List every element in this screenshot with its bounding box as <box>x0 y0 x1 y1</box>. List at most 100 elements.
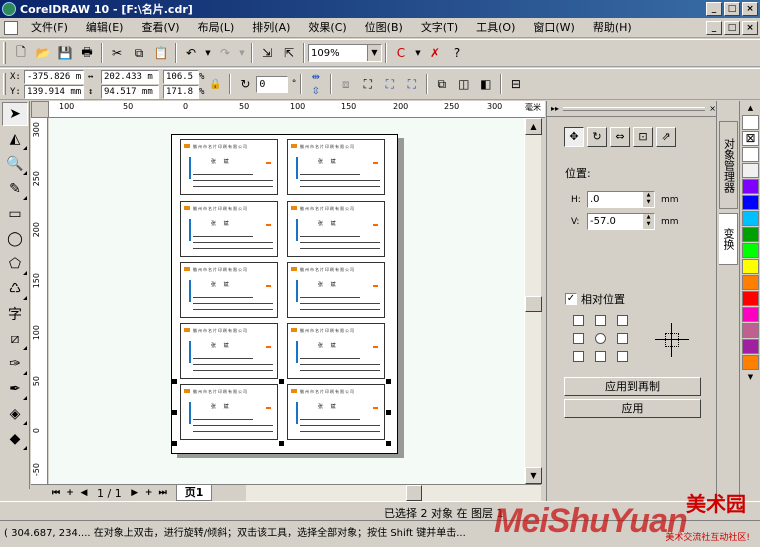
color-swatch[interactable] <box>742 163 759 178</box>
doc-restore-button[interactable]: □ <box>724 21 740 35</box>
scale-y-field[interactable]: 171.8 <box>163 84 199 99</box>
vertical-scrollbar[interactable]: ▲ ▼ <box>524 118 542 484</box>
business-card[interactable]: 徽州市名片印刷有限公司张 斌 <box>180 262 278 318</box>
page-tab[interactable]: 页1 <box>175 485 213 501</box>
anchor-checkbox[interactable] <box>617 315 628 326</box>
ruler-origin[interactable] <box>31 101 49 118</box>
spin-arrows-icon[interactable]: ▲ ▼ <box>643 214 654 229</box>
add-page-before-icon[interactable]: + <box>63 486 77 500</box>
menu-file[interactable]: 文件(F) <box>22 19 77 37</box>
undo-icon[interactable]: ↶ <box>181 43 201 63</box>
color-swatch[interactable] <box>742 243 759 258</box>
mirror-horizontal-icon[interactable]: ⇹ <box>306 70 326 84</box>
scroll-down-icon[interactable]: ▼ <box>525 467 542 484</box>
copy-icon[interactable]: ⧉ <box>129 43 149 63</box>
eyedropper-tool-icon[interactable]: ✑ <box>2 352 28 376</box>
anchor-checkbox[interactable] <box>573 351 584 362</box>
anchor-checkbox[interactable] <box>595 315 606 326</box>
align-distribute-icon[interactable]: ⊟ <box>506 74 526 94</box>
object-manager-tab[interactable]: 对象管理器 <box>719 121 738 209</box>
weld-icon[interactable]: ⧉ <box>432 74 452 94</box>
trim-icon[interactable]: ◫ <box>454 74 474 94</box>
vertical-ruler[interactable]: 300 250 200 150 100 50 0 -50 <box>31 118 48 484</box>
docker-close-icon[interactable]: × <box>709 104 716 113</box>
scroll-up-icon[interactable]: ▲ <box>525 118 542 135</box>
y-position-field[interactable]: 139.914 mm <box>24 84 84 99</box>
combine-icon[interactable]: ⛶ <box>402 74 422 94</box>
fill-tool-icon[interactable]: ◈ <box>2 402 28 426</box>
menu-text[interactable]: 文字(T) <box>412 19 467 37</box>
last-page-icon[interactable]: ⏭ <box>156 486 170 500</box>
horizontal-scrollbar[interactable] <box>246 485 541 501</box>
apply-button[interactable]: 应用 <box>564 399 701 418</box>
business-card[interactable]: 徽州市名片印刷有限公司张 斌 <box>287 384 385 440</box>
propbar-grip[interactable] <box>3 73 6 95</box>
maximize-button[interactable]: □ <box>724 2 740 16</box>
docker-header[interactable]: ▸▸ × <box>547 101 716 117</box>
text-tool-icon[interactable]: 字 <box>2 302 28 326</box>
drawing-canvas[interactable]: 徽州市名片印刷有限公司张 斌徽州市名片印刷有限公司张 斌徽州市名片印刷有限公司张… <box>49 118 524 484</box>
zoom-tool-icon[interactable]: 🔍 <box>2 152 28 176</box>
anchor-checkbox[interactable] <box>595 351 606 362</box>
color-swatch[interactable] <box>742 211 759 226</box>
freehand-tool-icon[interactable]: ✎ <box>2 177 28 201</box>
menu-bitmaps[interactable]: 位图(B) <box>356 19 412 37</box>
scale-x-field[interactable]: 106.5 <box>163 69 199 84</box>
document-icon[interactable] <box>4 20 18 35</box>
add-page-after-icon[interactable]: + <box>142 486 156 500</box>
business-card[interactable]: 徽州市名片印刷有限公司张 斌 <box>180 201 278 257</box>
business-card[interactable]: 徽州市名片印刷有限公司张 斌 <box>287 323 385 379</box>
minimize-button[interactable]: _ <box>706 2 722 16</box>
v-position-spinner[interactable]: -57.0 ▲ ▼ <box>587 213 655 230</box>
interactive-fill-icon[interactable]: ◆ <box>2 427 28 451</box>
business-card[interactable]: 徽州市名片印刷有限公司张 斌 <box>180 139 278 195</box>
import-icon[interactable]: ⇲ <box>257 43 277 63</box>
shape-tool-icon[interactable]: ◭ <box>2 127 28 151</box>
open-icon[interactable]: 📂 <box>33 43 53 63</box>
transform-tab[interactable]: 变换 <box>719 213 738 265</box>
ungroup-all-icon[interactable]: ⛶ <box>380 74 400 94</box>
toolbar-grip[interactable] <box>3 42 6 64</box>
color-swatch[interactable] <box>742 227 759 242</box>
mirror-vertical-icon[interactable]: ⇳ <box>306 84 326 98</box>
coreldraw-app-icon[interactable] <box>2 2 16 16</box>
menu-effects[interactable]: 效果(C) <box>299 19 355 37</box>
menu-window[interactable]: 窗口(W) <box>524 19 583 37</box>
chevron-down-icon[interactable]: ▼ <box>367 45 381 61</box>
business-card[interactable]: 徽州市名片印刷有限公司张 斌 <box>180 384 278 440</box>
anchor-checkbox[interactable] <box>617 351 628 362</box>
redo-dropdown-icon[interactable]: ▼ <box>237 43 247 63</box>
spin-arrows-icon[interactable]: ▲ ▼ <box>643 192 654 207</box>
color-swatch[interactable] <box>742 275 759 290</box>
selection-handle[interactable] <box>172 410 177 415</box>
palette-down-icon[interactable]: ▼ <box>742 371 759 383</box>
relative-position-checkbox[interactable]: ✓ <box>565 293 577 305</box>
next-page-icon[interactable]: ▶ <box>128 486 142 500</box>
doc-minimize-button[interactable]: _ <box>706 21 722 35</box>
apply-to-duplicate-button[interactable]: 应用到再制 <box>564 377 701 396</box>
width-field[interactable]: 202.433 m <box>101 69 159 84</box>
skew-tab-icon[interactable]: ⇗ <box>656 127 676 147</box>
anchor-checkbox[interactable] <box>617 333 628 344</box>
color-swatch[interactable] <box>742 115 759 130</box>
menu-layout[interactable]: 布局(L) <box>189 19 244 37</box>
color-swatch[interactable] <box>742 323 759 338</box>
save-icon[interactable]: 💾 <box>55 43 75 63</box>
color-swatch[interactable] <box>742 259 759 274</box>
business-card[interactable]: 徽州市名片印刷有限公司张 斌 <box>287 139 385 195</box>
docker-collapse-icon[interactable]: ▸▸ <box>551 104 559 113</box>
prev-page-icon[interactable]: ◀ <box>77 486 91 500</box>
business-card[interactable]: 徽州市名片印刷有限公司张 斌 <box>287 201 385 257</box>
hscroll-thumb[interactable] <box>406 485 422 501</box>
first-page-icon[interactable]: ⏮ <box>49 486 63 500</box>
rotation-angle-field[interactable]: 0 <box>256 75 289 93</box>
color-swatch[interactable] <box>742 291 759 306</box>
new-icon[interactable]: 🗋 <box>11 43 31 63</box>
selection-handle[interactable] <box>172 441 177 446</box>
selection-handle[interactable] <box>386 441 391 446</box>
color-swatch[interactable] <box>742 179 759 194</box>
menu-view[interactable]: 查看(V) <box>132 19 188 37</box>
outline-tool-icon[interactable]: ✒ <box>2 377 28 401</box>
rotate-icon[interactable]: ↻ <box>235 74 255 94</box>
scale-mirror-tab-icon[interactable]: ⇔ <box>610 127 630 147</box>
